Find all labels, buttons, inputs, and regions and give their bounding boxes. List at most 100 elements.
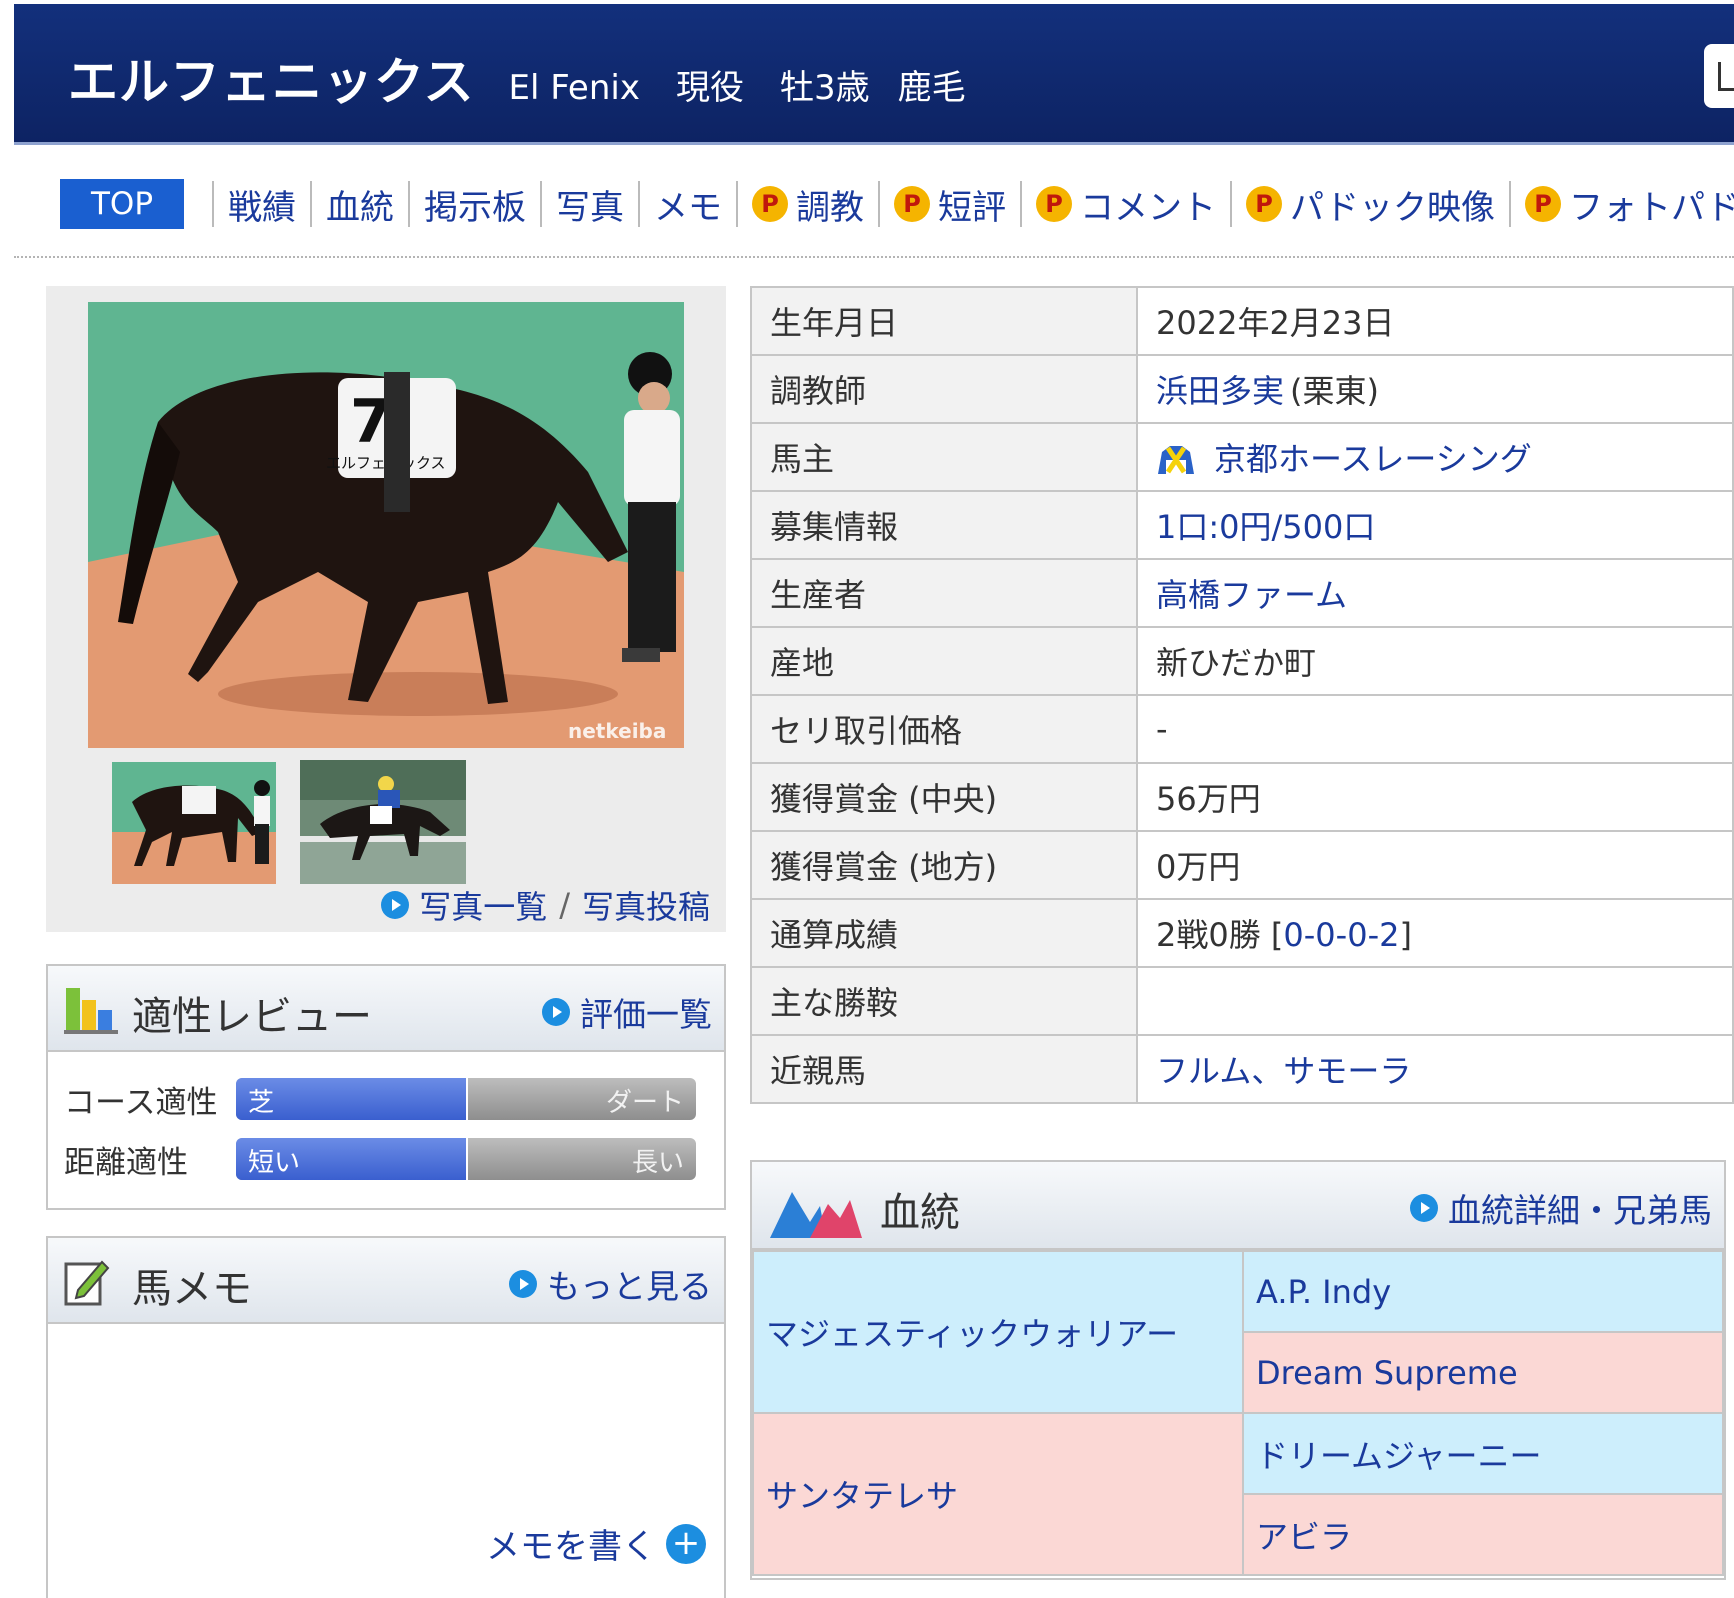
link-label: もっと見る: [547, 1267, 712, 1306]
nav-divider: [1020, 181, 1022, 227]
tab-label: コメント: [1080, 187, 1216, 228]
share-icon: [1718, 62, 1734, 91]
panel-title: 血統: [880, 1190, 960, 1236]
photo-watermark: netkeiba: [568, 719, 666, 743]
nav-divider: [1230, 181, 1232, 227]
horse-status: 現役: [675, 68, 744, 108]
table-row: 主な勝鞍: [750, 966, 1734, 1036]
tab-top[interactable]: TOP: [60, 179, 184, 229]
row-label: 生産者: [750, 558, 1138, 628]
aptitude-left-label: 芝: [248, 1088, 275, 1118]
table-row: 生年月日 2022年2月23日: [750, 286, 1734, 356]
share-button[interactable]: [1704, 44, 1734, 108]
row-value: 0万円: [1136, 830, 1734, 900]
dam-dam-cell[interactable]: アビラ: [1242, 1493, 1724, 1576]
nav-divider: [310, 181, 312, 227]
trainer-link[interactable]: 浜田多実: [1156, 372, 1284, 410]
photo-thumbnail[interactable]: [300, 760, 466, 884]
pedigree-panel: 血統 血統詳細・兄弟馬 マジェスティックウォリアー A.P. Indy Drea…: [750, 1160, 1726, 1580]
row-label: 調教師: [750, 354, 1138, 424]
row-value: 新ひだか町: [1136, 626, 1734, 696]
panel-title: 適性レビュー: [132, 994, 372, 1040]
row-value: 1口:0円/500口: [1136, 490, 1734, 560]
ancestor-name: A.P. Indy: [1256, 1272, 1392, 1311]
nav-divider: [408, 181, 410, 227]
row-label: 獲得賞金 (地方): [750, 830, 1138, 900]
course-aptitude-bar: 芝 ダート: [236, 1078, 696, 1120]
distance-aptitude-bar: 短い 長い: [236, 1138, 696, 1180]
premium-icon: P: [752, 186, 788, 222]
row-label: 募集情報: [750, 490, 1138, 560]
row-value: 高橋ファーム: [1136, 558, 1734, 628]
horse-memo-panel: 馬メモ もっと見る メモを書く +: [46, 1236, 726, 1598]
nav-divider: [212, 181, 214, 227]
row-value: フルム、サモーラ: [1136, 1034, 1734, 1104]
breeder-link[interactable]: 高橋ファーム: [1156, 576, 1347, 614]
row-value: 2022年2月23日: [1136, 286, 1734, 356]
table-row: 馬主 京都ホースレーシング: [750, 422, 1734, 492]
arrow-circle-icon: [1410, 1194, 1438, 1222]
horse-name: エルフェニックス: [68, 53, 475, 111]
pedigree-logo-icon: [770, 1192, 862, 1238]
dam-cell[interactable]: サンタテレサ: [752, 1412, 1244, 1576]
premium-icon: P: [894, 186, 930, 222]
memo-edit-icon: [64, 1260, 110, 1306]
owner-cell: 京都ホースレーシング: [1136, 422, 1734, 492]
record-link[interactable]: 0-0-0-2: [1283, 916, 1399, 954]
tab-paddock-video[interactable]: P パドック映像: [1246, 180, 1495, 229]
row-label: 通算成績: [750, 898, 1138, 968]
divider: [14, 256, 1734, 258]
review-list-link[interactable]: 評価一覧: [542, 988, 712, 1036]
photo-links: 写真一覧 / 写真投稿: [381, 882, 710, 928]
recruitment-link[interactable]: 1口:0円/500口: [1156, 508, 1375, 546]
sire-sire-cell[interactable]: A.P. Indy: [1242, 1250, 1724, 1333]
table-row: 獲得賞金 (地方) 0万円: [750, 830, 1734, 900]
table-row: 獲得賞金 (中央) 56万円: [750, 762, 1734, 832]
row-label: 産地: [750, 626, 1138, 696]
owner-link[interactable]: 京都ホースレーシング: [1214, 440, 1532, 478]
nav-divider: [1509, 181, 1512, 227]
tab-board[interactable]: 掲示板: [424, 180, 526, 229]
link-label: 評価一覧: [580, 995, 712, 1034]
arrow-circle-icon: [381, 891, 410, 919]
aptitude-label: 距離適性: [64, 1144, 188, 1181]
record-cell: 2戦0勝 [0-0-0-2]: [1136, 898, 1734, 968]
photo-thumbnail[interactable]: [112, 762, 276, 884]
sire-cell[interactable]: マジェスティックウォリアー: [752, 1250, 1244, 1414]
tab-training[interactable]: P 調教: [752, 180, 864, 229]
horse-main-photo[interactable]: 7 エルフェニックス netkeiba: [88, 302, 684, 748]
tab-results[interactable]: 戦績: [228, 180, 296, 229]
write-memo-button[interactable]: メモを書く +: [486, 1519, 706, 1568]
tab-pedigree[interactable]: 血統: [326, 180, 394, 229]
pedigree-detail-link[interactable]: 血統詳細・兄弟馬: [1410, 1184, 1712, 1232]
ancestor-name: アビラ: [1256, 1517, 1353, 1556]
tab-memo[interactable]: メモ: [654, 180, 722, 229]
memo-more-link[interactable]: もっと見る: [509, 1260, 712, 1308]
record-bracket: [: [1270, 916, 1284, 954]
nav-divider: [638, 181, 640, 227]
aptitude-label: コース適性: [64, 1084, 218, 1121]
premium-icon: P: [1525, 186, 1562, 222]
table-row: 募集情報 1口:0円/500口: [750, 490, 1734, 560]
table-row: サンタテレサ ドリームジャーニー: [752, 1412, 1724, 1576]
row-label: 近親馬: [750, 1034, 1138, 1104]
tab-photos[interactable]: 写真: [556, 180, 624, 229]
nav-divider: [540, 181, 542, 227]
tab-short-review[interactable]: P 短評: [894, 180, 1006, 229]
link-label: 血統詳細・兄弟馬: [1448, 1191, 1712, 1230]
dam-sire-cell[interactable]: ドリームジャーニー: [1242, 1412, 1724, 1495]
table-row: 生産者 高橋ファーム: [750, 558, 1734, 628]
relatives-link[interactable]: フルム、サモーラ: [1156, 1052, 1411, 1090]
tab-photo-paddock[interactable]: Pフォトパドック: [1525, 180, 1734, 229]
photo-post-link[interactable]: 写真投稿: [582, 882, 710, 928]
table-row: マジェスティックウォリアー A.P. Indy: [752, 1250, 1724, 1414]
write-memo-label: メモを書く: [486, 1527, 656, 1567]
table-row: 通算成績 2戦0勝 [0-0-0-2]: [750, 898, 1734, 968]
tab-comment[interactable]: P コメント: [1036, 180, 1216, 229]
tab-label: 短評: [938, 187, 1006, 228]
page-header: エルフェニックス El Fenix 現役 牡3歳 鹿毛: [14, 4, 1734, 145]
horse-profile-table: 生年月日 2022年2月23日 調教師 浜田多実 (栗東) 馬主 京都ホースレーシ…: [750, 286, 1734, 1104]
photo-section: 7 エルフェニックス netkeiba 写真一覧 / 写真投稿: [46, 286, 726, 932]
photo-list-link[interactable]: 写真一覧: [419, 882, 547, 928]
sire-dam-cell[interactable]: Dream Supreme: [1242, 1331, 1724, 1414]
